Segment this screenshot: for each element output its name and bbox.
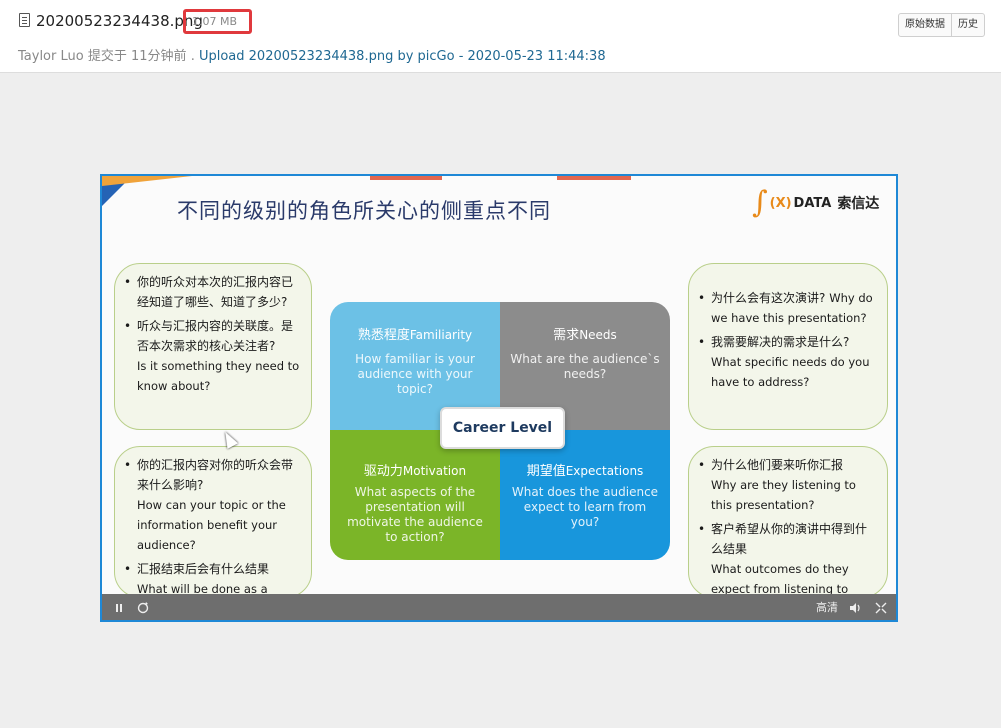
bubble-item: 为什么会有这次演讲? Why do we have this presentat… (698, 288, 877, 328)
commit-message-link[interactable]: Upload 20200523234438.png by picGo - 202… (199, 49, 606, 64)
bubble-bottom-left: 你的汇报内容对你的听众会带来什么影响?How can your topic or… (114, 446, 312, 616)
bubble-item: 我需要解决的需求是什么?What specific needs do you h… (698, 332, 877, 392)
bubble-item: 听众与汇报内容的关联度。是否本次需求的核心关注者?Is it something… (124, 316, 301, 396)
committed-label: 提交于 (87, 49, 127, 64)
corner-accent (102, 176, 192, 186)
bubble-item: 为什么他们要来听你汇报Why are they listening to thi… (698, 455, 877, 515)
fullscreen-icon[interactable] (874, 594, 888, 620)
quadrant-title-en: Familiarity (409, 328, 473, 342)
logo-mark: ∫ (752, 185, 768, 220)
time-ago: 11分钟前 (131, 49, 187, 64)
quadrant-title-en: Needs (579, 328, 617, 342)
quadrant-expectations: 期望值Expectations What does the audience e… (500, 430, 670, 560)
meta-separator: . (190, 49, 195, 64)
logo-data: DATA (793, 195, 832, 211)
top-deco-bar (557, 176, 631, 180)
author-name[interactable]: Taylor Luo (18, 49, 84, 64)
file-actions: 原始数据 历史 (898, 13, 985, 37)
quadrant-title-cn: 需求 (553, 328, 580, 343)
raw-data-button[interactable]: 原始数据 (899, 14, 951, 36)
volume-icon[interactable] (848, 594, 862, 620)
bubble-top-left: 你的听众对本次的汇报内容已经知道了哪些、知道了多少? 听众与汇报内容的关联度。是… (114, 263, 312, 430)
quality-button[interactable]: 高清 (816, 594, 838, 620)
player-controls: 高清 (102, 594, 896, 620)
top-deco-bar (370, 176, 442, 180)
file-header: 20200523234438.png 1.07 MB Taylor Luo 提交… (0, 0, 1001, 73)
file-size-badge: 1.07 MB (183, 9, 252, 34)
quadrant-body: What are the audience`s needs? (510, 352, 660, 381)
image-preview: 不同的级别的角色所关心的侧重点不同 ∫ (X) DATA 索信达 你的听众对本次… (100, 174, 898, 622)
company-logo: ∫ (X) DATA 索信达 (752, 188, 879, 218)
quadrant-body: What does the audience expect to learn f… (511, 485, 659, 529)
pause-icon[interactable] (114, 594, 124, 620)
history-button[interactable]: 历史 (951, 14, 984, 36)
slide-title: 不同的级别的角色所关心的侧重点不同 (177, 199, 551, 223)
quadrant-title-en: Expectations (565, 464, 644, 478)
bubble-item: 你的汇报内容对你的听众会带来什么影响?How can your topic or… (124, 455, 301, 555)
bubble-item: 你的听众对本次的汇报内容已经知道了哪些、知道了多少? (124, 272, 301, 312)
quadrant-title-cn: 熟悉程度 (357, 328, 410, 343)
quadrant-title-en: Motivation (402, 464, 467, 478)
file-icon (19, 13, 30, 27)
logo-x: (X) (769, 195, 792, 211)
career-level-label: Career Level (440, 407, 565, 449)
bubble-bottom-right: 为什么他们要来听你汇报Why are they listening to thi… (688, 446, 888, 616)
logo-cn: 索信达 (837, 196, 880, 212)
quadrant-motivation: 驱动力Motivation What aspects of the presen… (330, 430, 500, 560)
bubble-top-right: 为什么会有这次演讲? Why do we have this presentat… (688, 263, 888, 430)
file-name: 20200523234438.png (36, 12, 203, 30)
slide-image: 不同的级别的角色所关心的侧重点不同 ∫ (X) DATA 索信达 你的听众对本次… (102, 176, 896, 620)
quadrant-title-cn: 期望值 (526, 464, 566, 479)
commit-meta: Taylor Luo 提交于 11分钟前 . Upload 2020052323… (18, 45, 606, 64)
loop-icon[interactable] (136, 594, 150, 620)
quadrant-body: How familiar is your audience with your … (355, 352, 475, 396)
quadrant-title-cn: 驱动力 (363, 464, 403, 479)
quadrant-body: What aspects of the presentation will mo… (347, 485, 483, 544)
